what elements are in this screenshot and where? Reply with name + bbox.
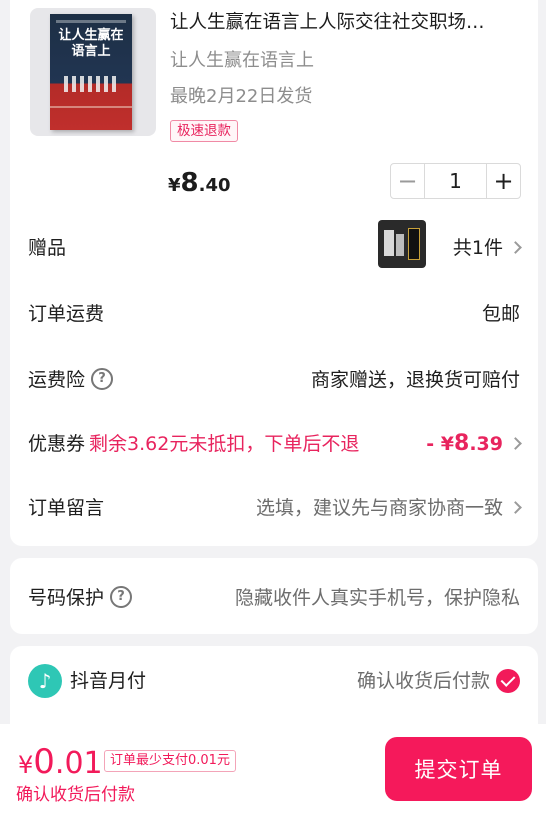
book-cover-header xyxy=(56,20,126,23)
privacy-label: 号码保护 xyxy=(28,587,105,609)
remark-row[interactable]: 订单留言 选填，建议先与商家协商一致 xyxy=(10,488,538,528)
coupon-amount-decimal: .39 xyxy=(469,433,503,455)
fast-refund-tag: 极速退款 xyxy=(170,120,238,142)
payment-card[interactable]: ♪ 抖音月付 确认收货后付款 xyxy=(10,646,538,736)
coupon-label: 优惠券 xyxy=(28,433,86,455)
book-cover-stripe xyxy=(50,106,132,108)
price-integer: 8 xyxy=(180,168,199,198)
douyin-pay-icon: ♪ xyxy=(28,664,62,698)
shipping-note: 最晚2月22日发货 xyxy=(170,86,313,107)
coupon-discount: - ¥8.39 xyxy=(426,430,522,458)
privacy-label-wrap: 号码保护? xyxy=(28,584,133,612)
payment-method-label: 抖音月付 xyxy=(70,670,147,692)
gift-thumbnail xyxy=(378,220,426,268)
privacy-value: 隐藏收件人真实手机号，保护隐私 xyxy=(234,587,520,609)
quantity-value[interactable]: 1 xyxy=(425,164,486,198)
shipping-insurance-value: 商家赠送，退换货可赔付 xyxy=(310,369,520,391)
book-cover-title: 让人生赢在语言上 xyxy=(58,28,124,59)
product-price: ¥8.40 xyxy=(168,168,231,198)
book-cover: 让人生赢在语言上 xyxy=(50,14,132,130)
total-integer: 0 xyxy=(33,742,55,782)
shipping-fee-row: 订单运费 包邮 xyxy=(10,294,538,334)
coupon-amount: - ¥8.39 xyxy=(426,431,503,456)
privacy-row: 号码保护? 隐藏收件人真实手机号，保护隐私 xyxy=(10,578,538,618)
submit-order-button[interactable]: 提交订单 xyxy=(385,737,532,801)
bottom-bar: ¥0.01 订单最少支付0.01元 确认收货后付款 提交订单 xyxy=(0,724,546,824)
coupon-row[interactable]: 优惠券 剩余3.62元未抵扣，下单后不退 - ¥8.39 xyxy=(10,424,538,464)
quantity-minus-button[interactable]: − xyxy=(391,164,425,198)
gift-value: 共1件 xyxy=(378,220,522,268)
coupon-amount-integer: 8 xyxy=(454,431,470,456)
quantity-plus-button[interactable]: + xyxy=(486,164,520,198)
coupon-note: 剩余3.62元未抵扣，下单后不退 xyxy=(89,433,360,455)
quantity-stepper: − 1 + xyxy=(390,163,521,199)
payment-method-value: 确认收货后付款 xyxy=(357,667,520,695)
coupon-label-wrap: 优惠券 剩余3.62元未抵扣，下单后不退 xyxy=(28,430,359,458)
remark-input[interactable]: 选填，建议先与商家协商一致 xyxy=(255,494,522,522)
chevron-right-icon xyxy=(509,437,522,450)
remark-label: 订单留言 xyxy=(28,497,105,519)
price-currency: ¥ xyxy=(168,175,181,196)
shipping-insurance-label-wrap: 运费险? xyxy=(28,366,114,394)
chevron-right-icon xyxy=(509,241,522,254)
gift-label: 赠品 xyxy=(28,237,67,259)
total-decimal: .01 xyxy=(54,746,103,781)
price-decimal: .40 xyxy=(198,175,231,196)
product-image[interactable]: 让人生赢在语言上 xyxy=(30,8,156,136)
gift-count: 共1件 xyxy=(452,237,503,259)
product-spec: 让人生赢在语言上 xyxy=(170,50,314,71)
shipping-insurance-label: 运费险 xyxy=(28,369,86,391)
shipping-insurance-row: 运费险? 商家赠送，退换货可赔付 xyxy=(10,360,538,400)
help-icon[interactable]: ? xyxy=(91,367,114,390)
order-total: ¥0.01 xyxy=(18,742,103,782)
total-currency: ¥ xyxy=(18,751,34,779)
coupon-amount-prefix: - ¥ xyxy=(426,433,455,455)
chevron-right-icon xyxy=(509,501,522,514)
checked-icon[interactable] xyxy=(496,669,520,693)
shipping-fee-value: 包邮 xyxy=(481,303,520,325)
payment-method-note: 确认收货后付款 xyxy=(356,670,490,692)
help-icon[interactable]: ? xyxy=(110,585,133,608)
gift-row[interactable]: 赠品 共1件 xyxy=(10,220,538,268)
book-cover-figures xyxy=(64,76,118,92)
min-pay-tag: 订单最少支付0.01元 xyxy=(104,750,236,772)
pay-after-note: 确认收货后付款 xyxy=(16,785,135,805)
shipping-fee-label: 订单运费 xyxy=(28,303,105,325)
remark-placeholder: 选填，建议先与商家协商一致 xyxy=(255,497,503,519)
order-card: 让人生赢在语言上 让人生赢在语言上人际交往社交职场… 让人生赢在语言上 最晚2月… xyxy=(10,0,538,546)
privacy-card: 号码保护? 隐藏收件人真实手机号，保护隐私 xyxy=(10,558,538,634)
product-title[interactable]: 让人生赢在语言上人际交往社交职场… xyxy=(170,10,526,36)
